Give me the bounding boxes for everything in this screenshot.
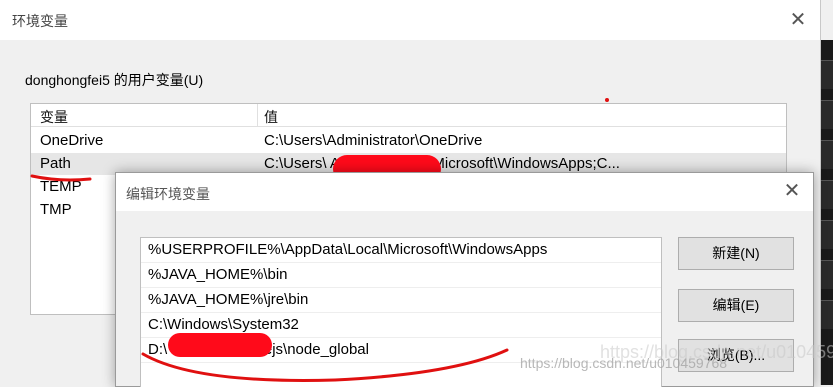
- edge-block: [821, 140, 833, 169]
- list-item[interactable]: %USERPROFILE%\AppData\Local\Microsoft\Wi…: [141, 238, 661, 263]
- window-title-bar: 环境变量 ✕: [0, 0, 820, 40]
- edge-block: [821, 260, 833, 289]
- annotation-dot: [605, 98, 609, 102]
- user-variables-label: donghongfei5 的用户变量(U): [25, 72, 204, 88]
- new-button[interactable]: 新建(N): [678, 237, 794, 270]
- watermark: https://blog.csdn.net/u010459768: [520, 355, 728, 371]
- edge-block: [821, 180, 833, 209]
- list-item[interactable]: %JAVA_HOME%\jre\bin: [141, 288, 661, 313]
- variable-name: OneDrive: [40, 132, 104, 149]
- edge-block: [821, 300, 833, 329]
- variable-value: C:\Users\Administrator\OneDrive: [264, 132, 483, 149]
- edit-button[interactable]: 编辑(E): [678, 289, 794, 322]
- background-window-edge: [821, 40, 833, 385]
- path-entry: %JAVA_HOME%\jre\bin: [148, 291, 309, 308]
- table-row[interactable]: OneDrive C:\Users\Administrator\OneDrive: [31, 130, 786, 152]
- edge-block: [821, 100, 833, 129]
- column-divider[interactable]: [257, 104, 258, 126]
- list-header: 变量 值: [31, 104, 786, 127]
- variable-name: TMP: [40, 201, 72, 218]
- window-title: 环境变量: [12, 13, 68, 29]
- column-header-value[interactable]: 值: [264, 107, 278, 127]
- close-icon[interactable]: ✕: [778, 177, 806, 205]
- dialog-title-bar: 编辑环境变量 ✕: [116, 173, 813, 211]
- dialog-title: 编辑环境变量: [126, 186, 210, 202]
- list-item[interactable]: %JAVA_HOME%\bin: [141, 263, 661, 288]
- path-entry: %JAVA_HOME%\bin: [148, 266, 288, 283]
- path-entry: %USERPROFILE%\AppData\Local\Microsoft\Wi…: [148, 241, 548, 258]
- node-global-underline-annotation: [141, 348, 509, 382]
- edge-block: [821, 220, 833, 249]
- path-entry: C:\Windows\System32: [148, 316, 299, 333]
- column-header-variable[interactable]: 变量: [40, 107, 68, 127]
- close-icon[interactable]: ✕: [784, 6, 812, 34]
- variable-value: C:\Users\ AppData\Local\Microsoft\Window…: [264, 155, 620, 172]
- edge-block: [821, 60, 833, 89]
- path-underline-annotation: [30, 174, 92, 182]
